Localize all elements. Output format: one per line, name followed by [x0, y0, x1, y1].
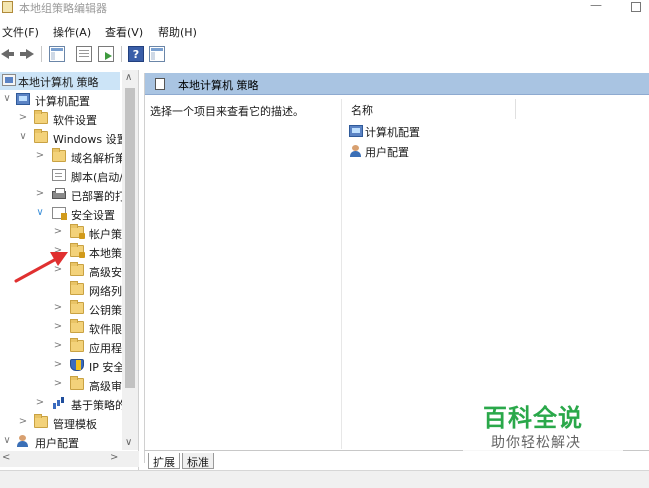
- watermark: 百科全说 助你轻松解决: [463, 392, 623, 462]
- gpedit-window: 本地组策略编辑器 — 文件(F) 操作(A) 查看(V) 帮助(H) ? 本地计…: [0, 0, 649, 488]
- watermark-subtitle: 助你轻松解决: [491, 435, 581, 451]
- watermark-title: 百科全说: [483, 404, 583, 432]
